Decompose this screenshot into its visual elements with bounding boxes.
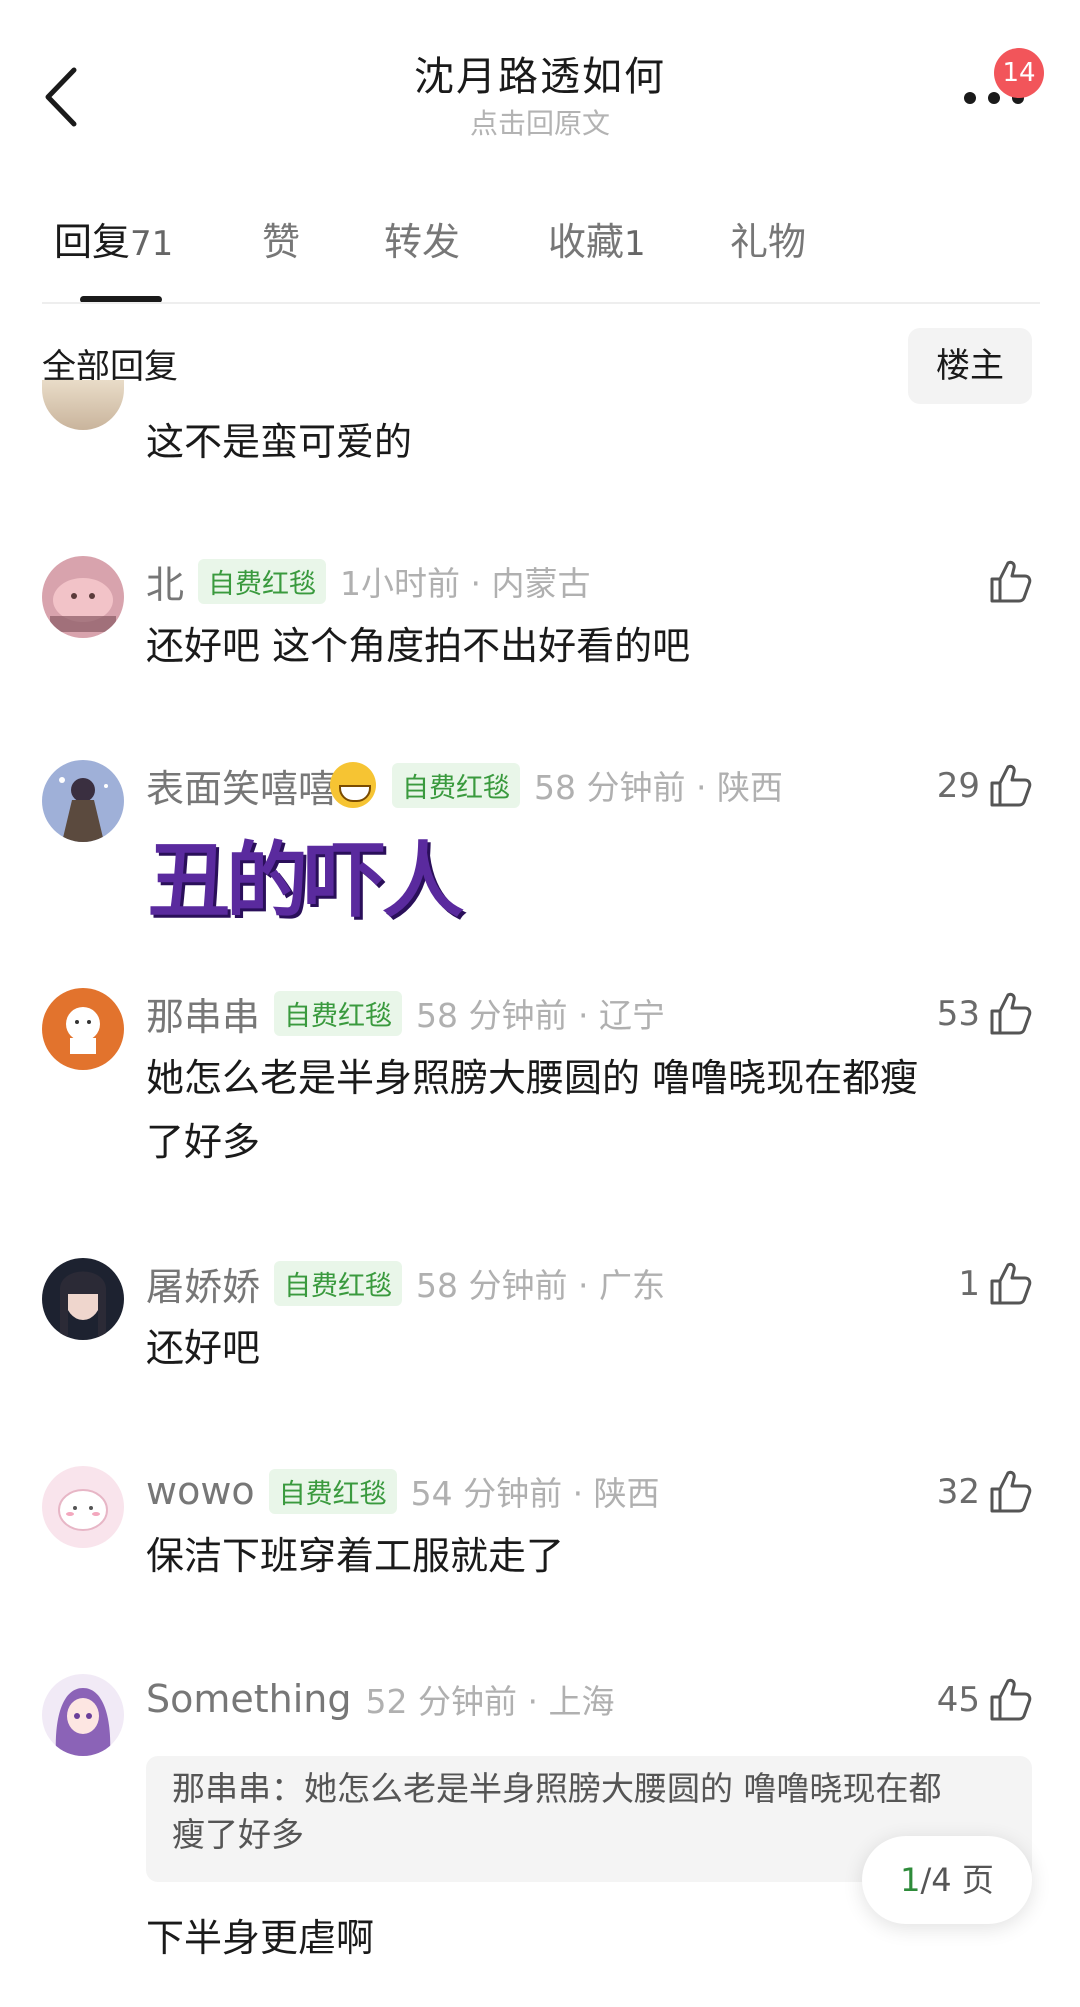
- owner-only-button[interactable]: 楼主: [908, 328, 1032, 404]
- user-tag-badge: 自费红毯: [268, 1468, 397, 1514]
- username[interactable]: 那串串: [146, 986, 260, 1041]
- nav-header: 沈月路透如何 点击回原文 14: [0, 0, 1080, 190]
- username[interactable]: Something: [146, 1677, 352, 1721]
- thumbs-up-icon: [990, 1470, 1032, 1513]
- comment-time-location: 52 分钟前 · 上海: [365, 1682, 615, 1721]
- comment-time-location: 1小时前 · 内蒙古: [340, 564, 591, 603]
- comment-meta: Something 52 分钟前 · 上海: [146, 1674, 614, 1724]
- comment-text: 还好吧 这个角度拍不出好看的吧: [146, 624, 691, 668]
- total-pages: /4 页: [920, 1861, 994, 1899]
- like-count: 45: [936, 1680, 980, 1720]
- comment-text: 保洁下班穿着工服就走了: [146, 1534, 565, 1578]
- quoted-reply-text: 那串串：她怎么老是半身照膀大腰圆的 噜噜晓现在都 瘦了好多: [172, 1766, 1002, 1858]
- grin-emoji-icon: [330, 762, 377, 808]
- tab-bar: 回复71 赞 转发 收藏1 礼物: [0, 212, 1080, 306]
- comment-text: 还好吧: [146, 1326, 261, 1370]
- comment-time-location: 58 分钟前 · 陕西: [534, 768, 783, 807]
- username[interactable]: 表面笑嘻嘻: [146, 758, 336, 813]
- comment-text: 她怎么老是半身照膀大腰圆的 噜噜晓现在都瘦 了好多: [146, 1046, 1026, 1174]
- tab-reposts[interactable]: 转发: [384, 212, 460, 272]
- username[interactable]: 北: [146, 554, 184, 609]
- current-page: 1: [900, 1861, 921, 1899]
- comment-text-line: 了好多: [146, 1120, 261, 1164]
- like-button[interactable]: 32: [937, 1466, 1032, 1518]
- user-tag-badge: 自费红毯: [198, 558, 327, 604]
- page-title: 沈月路透如何: [414, 54, 666, 100]
- like-count: 53: [936, 994, 980, 1034]
- avatar[interactable]: [42, 556, 124, 638]
- page-indicator[interactable]: 1/4 页: [862, 1836, 1032, 1924]
- avatar[interactable]: [42, 1466, 124, 1548]
- like-button[interactable]: [988, 556, 1032, 608]
- avatar[interactable]: [42, 988, 124, 1070]
- comment-text: 这不是蛮可爱的: [146, 420, 413, 464]
- like-button[interactable]: 29: [937, 760, 1032, 812]
- tab-label: 礼物: [730, 220, 807, 264]
- quote-line: 那串串：她怎么老是半身照膀大腰圆的 噜噜晓现在都: [172, 1769, 942, 1808]
- thumbs-up-icon: [990, 764, 1032, 807]
- avatar[interactable]: [42, 760, 124, 842]
- tab-likes[interactable]: 赞: [262, 212, 300, 272]
- tab-label: 赞: [262, 220, 301, 264]
- tab-label: 回复: [54, 220, 131, 264]
- tab-gifts[interactable]: 礼物: [730, 212, 806, 272]
- tab-count: 1: [624, 224, 646, 264]
- comment-time-location: 58 分钟前 · 广东: [416, 1266, 665, 1305]
- like-button[interactable]: 45: [937, 1674, 1032, 1726]
- comment-meta: 表面笑嘻嘻 自费红毯 58 分钟前 · 陕西: [146, 758, 783, 813]
- avatar[interactable]: [42, 1674, 124, 1756]
- divider: [42, 302, 1040, 304]
- thumbs-up-icon: [990, 992, 1032, 1035]
- username[interactable]: 屠娇娇: [146, 1256, 260, 1311]
- thumbs-up-icon: [990, 560, 1032, 603]
- comment-meta: wowo 自费红毯 54 分钟前 · 陕西: [146, 1466, 660, 1516]
- comment-time-location: 54 分钟前 · 陕西: [410, 1474, 660, 1513]
- notification-badge: 14: [994, 48, 1044, 98]
- tab-label: 收藏: [548, 220, 625, 264]
- title-area[interactable]: 沈月路透如何 点击回原文: [0, 52, 1080, 142]
- like-count: 1: [958, 1264, 980, 1304]
- user-tag-badge: 自费红毯: [392, 762, 521, 808]
- username[interactable]: wowo: [146, 1469, 255, 1513]
- tab-label: 转发: [384, 220, 461, 264]
- thumbs-up-icon: [990, 1678, 1032, 1721]
- tab-replies[interactable]: 回复71: [54, 212, 173, 274]
- like-count: 29: [936, 766, 980, 806]
- like-button[interactable]: 1: [958, 1258, 1032, 1310]
- comment-meta: 那串串 自费红毯 58 分钟前 · 辽宁: [146, 986, 665, 1041]
- like-count: 32: [936, 1472, 980, 1512]
- comment-time-location: 58 分钟前 · 辽宁: [416, 996, 665, 1035]
- user-tag-badge: 自费红毯: [274, 1260, 403, 1306]
- avatar[interactable]: [42, 1258, 124, 1340]
- like-button[interactable]: 53: [937, 988, 1032, 1040]
- tab-count: 71: [130, 224, 174, 264]
- user-tag-badge: 自费红毯: [274, 990, 403, 1036]
- thumbs-up-icon: [990, 1262, 1032, 1305]
- comment-sticker-text: 丑的吓人: [148, 834, 464, 929]
- avatar[interactable]: [42, 380, 124, 430]
- tab-favorites[interactable]: 收藏1: [548, 212, 646, 274]
- comment-text-line: 她怎么老是半身照膀大腰圆的 噜噜晓现在都瘦: [146, 1056, 919, 1100]
- comment-meta: 北 自费红毯 1小时前 · 内蒙古: [146, 554, 591, 609]
- comment-meta: 屠娇娇 自费红毯 58 分钟前 · 广东: [146, 1256, 665, 1311]
- back-to-post-link[interactable]: 点击回原文: [0, 106, 1080, 142]
